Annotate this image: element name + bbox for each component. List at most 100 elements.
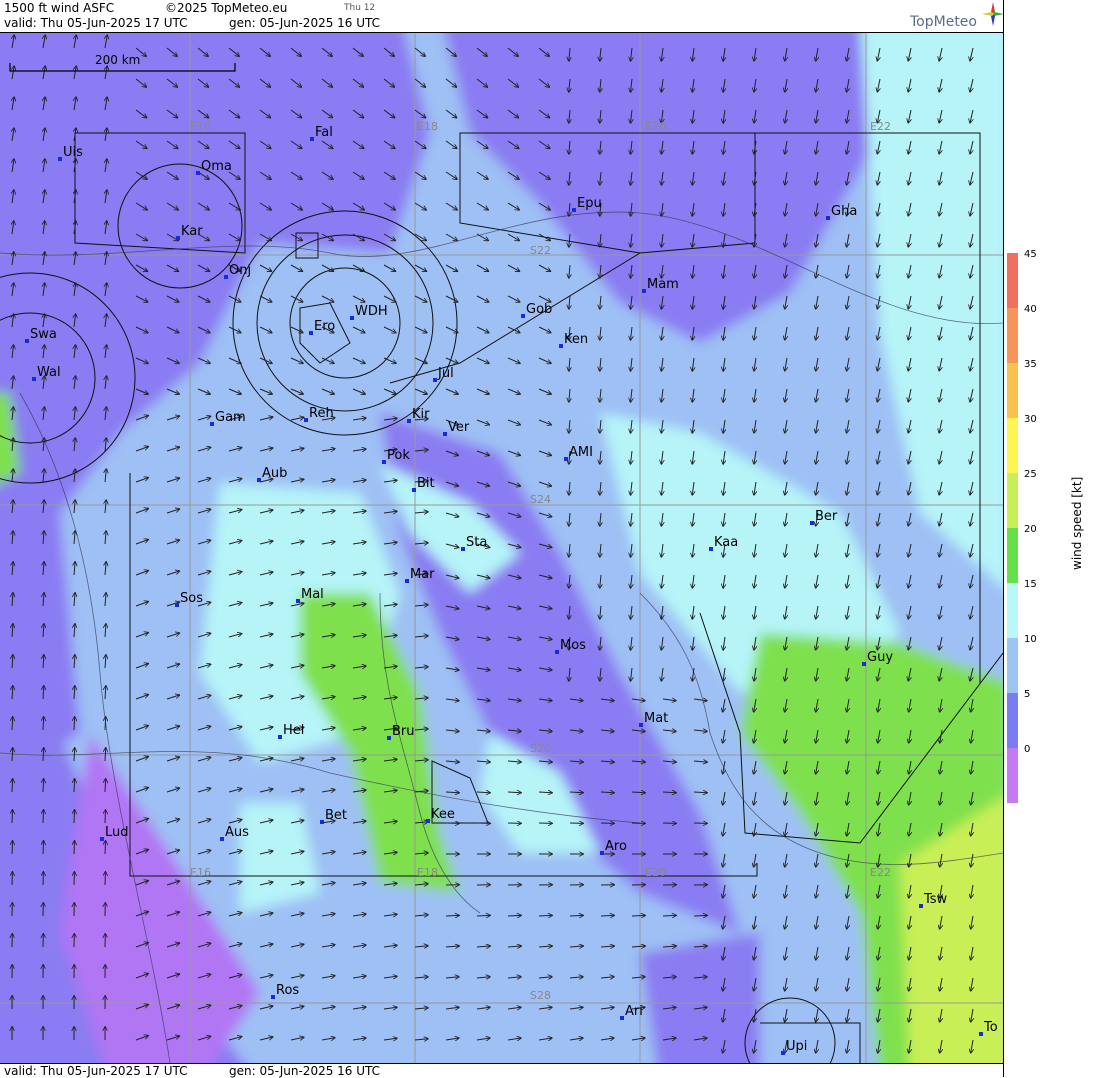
place-label: Ero — [314, 319, 335, 334]
place-marker: Swa — [25, 327, 57, 343]
colorbar-segment — [1007, 638, 1018, 693]
wind-arrow — [105, 841, 106, 854]
place-dot — [320, 820, 324, 824]
map-footer: valid: Thu 05-Jun-2025 17 UTC gen: 05-Ju… — [0, 1063, 1003, 1078]
colorbar-tick: 45 — [1024, 249, 1037, 260]
colorbar-tick: 20 — [1024, 524, 1037, 535]
colorbar-panel: 454035302520151050 wind speed [kt] — [1003, 0, 1095, 1077]
wind-arrow — [477, 915, 490, 916]
wind-arrow — [663, 792, 676, 793]
compass-icon — [982, 2, 1004, 29]
place-dot — [433, 378, 437, 382]
topmeteo-logo: TopMeteo — [910, 14, 977, 30]
place-label: Kir — [412, 407, 430, 422]
lon-label: E18 — [417, 120, 438, 133]
place-marker: Tsw — [919, 892, 948, 908]
wind-arrow — [601, 915, 614, 916]
place-label: Sta — [466, 535, 487, 550]
lon-label: E20 — [645, 120, 666, 133]
colorbar-segment — [1007, 693, 1018, 748]
colorbar-segment — [1007, 583, 1018, 638]
place-label: Epu — [577, 196, 602, 211]
colorbar-segment — [1007, 748, 1018, 803]
scale-bar-label: 200 km — [95, 53, 140, 67]
wind-speed-field — [0, 33, 1003, 1063]
wind-arrow — [74, 779, 75, 792]
place-marker: Mos — [555, 638, 586, 654]
wind-arrow — [12, 717, 13, 730]
lon-label: E18 — [417, 866, 438, 879]
place-label: Aro — [605, 839, 627, 854]
place-dot — [461, 547, 465, 551]
place-marker: AMI — [564, 445, 593, 461]
lat-label: S28 — [530, 989, 551, 1002]
place-marker: Ber — [810, 509, 838, 525]
wind-arrow — [105, 779, 106, 792]
day-label: Thu 12 — [344, 3, 375, 13]
colorbar-tick: 40 — [1024, 304, 1037, 315]
lon-label: E16 — [190, 120, 211, 133]
wind-arrow — [601, 792, 614, 793]
colorbar-segment — [1007, 528, 1018, 583]
place-marker: Gob — [521, 302, 552, 318]
wind-arrow — [43, 779, 44, 792]
place-dot — [278, 735, 282, 739]
place-label: WDH — [355, 304, 388, 319]
place-label: Bru — [392, 724, 415, 739]
wind-arrow — [12, 748, 13, 761]
wind-arrow — [105, 748, 106, 761]
wind-arrow — [508, 792, 521, 793]
place-marker: Gam — [210, 410, 246, 426]
place-dot — [600, 851, 604, 855]
wind-arrow — [570, 792, 583, 793]
wind-arrow — [663, 915, 676, 916]
colorbar-title: wind speed [kt] — [1070, 477, 1084, 570]
place-dot — [826, 216, 830, 220]
place-label: Ber — [815, 509, 838, 524]
place-label: Tsw — [923, 892, 948, 907]
place-dot — [176, 236, 180, 240]
place-marker: Mar — [405, 567, 435, 583]
wind-arrow — [477, 792, 490, 793]
wind-arrow — [43, 748, 44, 761]
place-dot — [639, 723, 643, 727]
place-marker: Pok — [382, 448, 410, 464]
place-label: Lud — [105, 825, 129, 840]
place-label: Kar — [181, 224, 203, 239]
place-marker: Mal — [296, 587, 324, 603]
colorbar-segment — [1007, 308, 1018, 363]
place-dot — [642, 289, 646, 293]
wind-arrow — [105, 810, 106, 823]
colorbar-segment — [1007, 473, 1018, 528]
wind-arrow — [508, 915, 521, 916]
wind-arrow — [632, 792, 645, 793]
place-marker: Ros — [271, 983, 299, 999]
footer-valid-time: valid: Thu 05-Jun-2025 17 UTC — [4, 1064, 188, 1078]
place-label: Mat — [644, 711, 668, 726]
place-marker: Kee — [426, 807, 455, 823]
wind-arrow — [12, 841, 13, 854]
place-label: Sos — [180, 591, 203, 606]
place-dot — [296, 599, 300, 603]
place-label: Swa — [30, 327, 57, 342]
place-label: Mam — [647, 277, 679, 292]
lon-label: E20 — [645, 866, 666, 879]
place-dot — [350, 316, 354, 320]
place-dot — [310, 137, 314, 141]
place-dot — [709, 547, 713, 551]
place-marker: Wal — [32, 365, 61, 381]
place-label: Wal — [37, 365, 61, 380]
wind-arrow — [446, 915, 459, 916]
place-dot — [175, 603, 179, 607]
map-header: 1500 ft wind ASFC ©2025 TopMeteo.eu Thu … — [0, 0, 1003, 33]
place-dot — [555, 650, 559, 654]
place-label: Jul — [437, 366, 454, 381]
place-label: Ros — [276, 983, 299, 998]
place-dot — [100, 837, 104, 841]
place-label: Aus — [225, 825, 249, 840]
wind-arrow — [105, 717, 106, 730]
colorbar-tick: 35 — [1024, 359, 1037, 370]
wind-arrow — [632, 915, 645, 916]
colorbar-segment — [1007, 253, 1018, 308]
wind-arrow — [570, 915, 583, 916]
